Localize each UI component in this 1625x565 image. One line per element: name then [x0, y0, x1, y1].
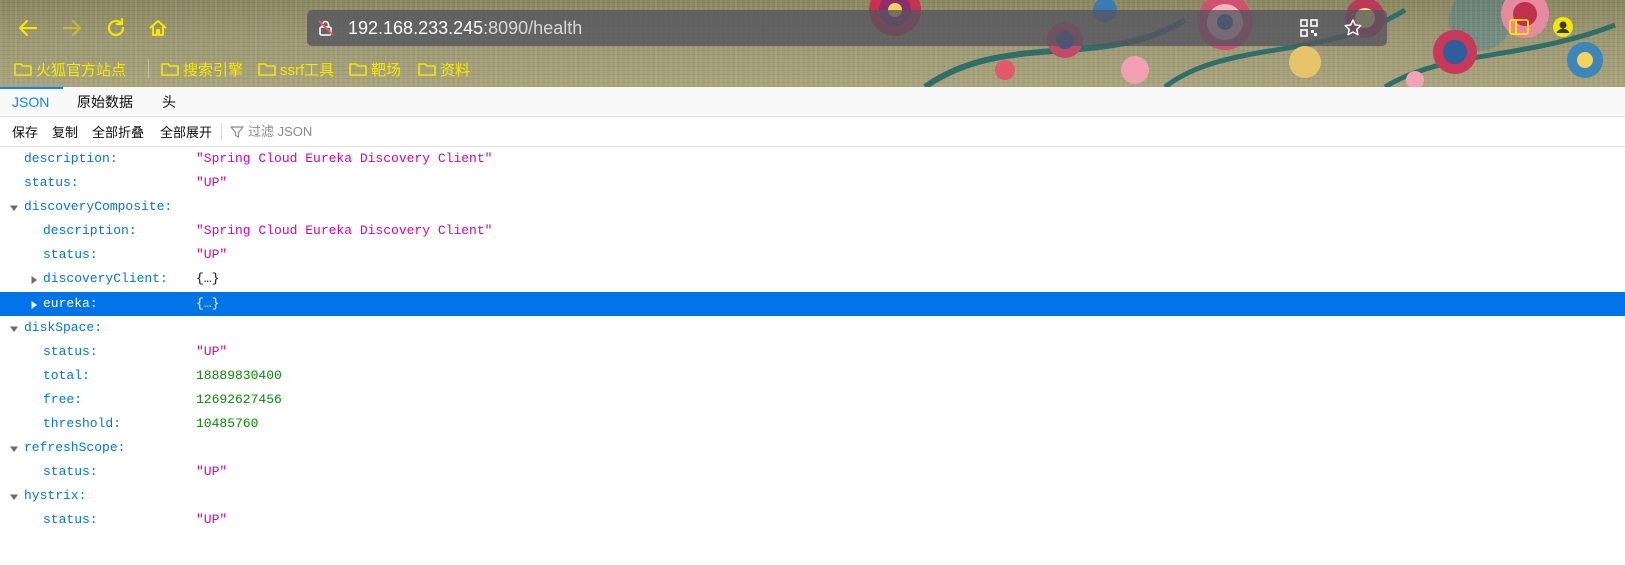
bookmark-folder-firefox[interactable]: 火狐官方站点: [14, 57, 126, 81]
bookmark-folder-materials[interactable]: 资料: [418, 57, 470, 81]
tab-raw-data[interactable]: 原始数据: [77, 87, 133, 116]
tree-row[interactable]: status: "UP": [0, 460, 1625, 484]
tree-value: 12692627456: [196, 391, 282, 407]
home-button[interactable]: [144, 14, 172, 42]
tree-key: diskSpace:: [24, 319, 103, 335]
expanded-triangle-icon[interactable]: [9, 203, 19, 213]
tree-row[interactable]: status: "UP": [0, 340, 1625, 364]
tree-key: threshold:: [43, 416, 122, 432]
home-icon: [149, 20, 167, 36]
tree-row-expandable[interactable]: discoveryComposite:: [0, 195, 1625, 219]
tree-key: status:: [43, 247, 98, 263]
collapse-all-button[interactable]: 全部折叠: [92, 117, 144, 146]
tree-value: "Spring Cloud Eureka Discovery Client": [196, 223, 493, 239]
tree-key: description:: [24, 151, 118, 166]
tree-row[interactable]: status: "UP": [0, 171, 1625, 195]
tree-key: free:: [43, 391, 83, 407]
tree-value: "Spring Cloud Eureka Discovery Client": [196, 151, 493, 166]
filter-json-input[interactable]: [248, 124, 508, 139]
bookmark-folder-search-engines[interactable]: 搜索引擎: [161, 57, 243, 81]
tree-key: total:: [43, 367, 90, 383]
tree-key: discoveryClient:: [43, 271, 168, 287]
tree-value: "UP": [196, 247, 228, 263]
url-path: :8090/health: [483, 18, 583, 38]
tree-value: "UP": [196, 464, 228, 480]
folder-icon: [161, 63, 179, 76]
collapsed-triangle-icon[interactable]: [29, 300, 39, 310]
json-viewer-tabbar: JSON 原始数据 头: [0, 87, 1625, 117]
url-host: 192.168.233.245: [348, 18, 484, 38]
browser-toolbar: 192.168.233.245:8090/health 火狐官方站点 搜索引擎: [0, 0, 1625, 87]
tree-key: discoveryComposite:: [24, 199, 173, 215]
folder-icon: [258, 63, 276, 76]
bookmark-folder-range[interactable]: 靶场: [349, 57, 401, 81]
save-button[interactable]: 保存: [12, 117, 38, 146]
tab-json[interactable]: JSON: [0, 87, 64, 116]
tree-key: hystrix:: [24, 488, 87, 504]
tree-value: "UP": [196, 343, 228, 359]
account-icon[interactable]: [1552, 16, 1574, 38]
back-arrow-icon: [18, 19, 38, 37]
tree-row[interactable]: status: "UP": [0, 243, 1625, 267]
folder-icon: [14, 63, 32, 76]
tree-value: {…}: [196, 295, 220, 311]
tree-value: {…}: [196, 271, 220, 287]
copy-button[interactable]: 复制: [52, 117, 78, 146]
expanded-triangle-icon[interactable]: [9, 492, 19, 502]
address-bar[interactable]: 192.168.233.245:8090/health: [307, 10, 1387, 46]
tree-row-selected[interactable]: eureka: {…}: [0, 291, 1625, 316]
folder-icon: [418, 63, 436, 76]
sidebar-icon[interactable]: [1508, 16, 1530, 38]
tree-value: "UP": [196, 512, 228, 528]
qr-code-icon[interactable]: [1299, 18, 1319, 38]
tree-value: 18889830400: [196, 367, 282, 383]
bookmark-label: 资料: [440, 61, 471, 79]
bookmark-label: 搜索引擎: [183, 61, 244, 79]
tree-key: description:: [43, 223, 137, 239]
insecure-lock-icon: [318, 20, 334, 36]
tree-key: status:: [43, 343, 98, 359]
folder-icon: [349, 63, 367, 76]
tree-row-expandable[interactable]: refreshScope:: [0, 436, 1625, 460]
tree-row-expandable[interactable]: discoveryClient: {…}: [0, 267, 1625, 291]
tree-row-expandable[interactable]: hystrix:: [0, 484, 1625, 508]
bookmark-star-icon[interactable]: [1343, 18, 1363, 38]
tree-row[interactable]: free: 12692627456: [0, 388, 1625, 412]
tab-headers[interactable]: 头: [162, 87, 176, 116]
tree-key: refreshScope:: [24, 440, 126, 456]
bookmark-label: 靶场: [371, 61, 402, 79]
tree-row[interactable]: description: "Spring Cloud Eureka Discov…: [0, 219, 1625, 243]
filter-box[interactable]: [230, 121, 530, 142]
url-text[interactable]: 192.168.233.245:8090/health: [348, 18, 582, 39]
bookmark-separator: [148, 59, 149, 79]
tree-value: 10485760: [196, 416, 259, 432]
bookmark-label: 火狐官方站点: [36, 61, 127, 79]
tree-row[interactable]: threshold: 10485760: [0, 412, 1625, 436]
json-toolbar: 保存 复制 全部折叠 全部展开: [0, 117, 1625, 147]
tree-row-expandable[interactable]: diskSpace:: [0, 316, 1625, 340]
forward-button[interactable]: [58, 14, 86, 42]
tree-row[interactable]: total: 18889830400: [0, 364, 1625, 388]
expand-all-button[interactable]: 全部展开: [160, 117, 212, 146]
expanded-triangle-icon[interactable]: [9, 444, 19, 454]
bookmarks-toolbar: 火狐官方站点 搜索引擎 ssrf工具 靶场 资料: [0, 57, 1625, 81]
toolbar-separator: [221, 123, 222, 140]
tree-key: eureka:: [43, 295, 98, 311]
tree-key: status:: [24, 175, 79, 191]
tree-value: "UP": [196, 175, 228, 191]
tree-row[interactable]: status: "UP": [0, 508, 1625, 532]
collapsed-triangle-icon[interactable]: [29, 275, 39, 285]
tree-row[interactable]: description: "Spring Cloud Eureka Discov…: [0, 147, 1625, 171]
tree-key: status:: [43, 512, 98, 528]
reload-button[interactable]: [102, 14, 130, 42]
filter-funnel-icon: [230, 125, 244, 138]
expanded-triangle-icon[interactable]: [9, 324, 19, 334]
bookmark-label: ssrf工具: [280, 61, 335, 79]
reload-icon: [107, 17, 125, 37]
json-tree: description: "Spring Cloud Eureka Discov…: [0, 147, 1625, 533]
forward-arrow-icon: [62, 19, 82, 37]
tree-key: status:: [43, 464, 98, 480]
bookmark-folder-ssrf-tools[interactable]: ssrf工具: [258, 57, 334, 81]
back-button[interactable]: [14, 14, 42, 42]
